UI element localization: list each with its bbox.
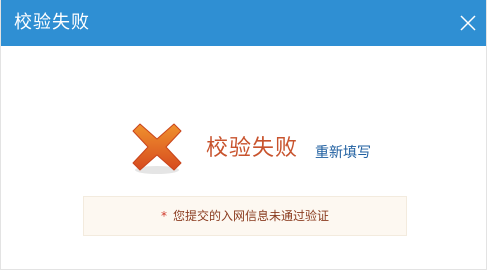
retry-link[interactable]: 重新填写 [315,144,371,162]
notice-marker: * [160,209,167,223]
dialog-title: 校验失败 [14,12,90,33]
notice-box: * 您提交的入网信息未通过验证 [83,196,407,236]
dialog-titlebar: 校验失败 [1,0,486,46]
error-x-icon [132,123,182,174]
result-title: 校验失败 [206,136,299,161]
close-icon[interactable] [458,13,478,33]
result-panel: 校验失败 重新填写 [128,118,428,174]
notice-message: 您提交的入网信息未通过验证 [172,209,329,223]
validation-failed-dialog: 校验失败 校验失败 重新填写 * 您提交的入网信息未通过验证 [0,0,487,270]
